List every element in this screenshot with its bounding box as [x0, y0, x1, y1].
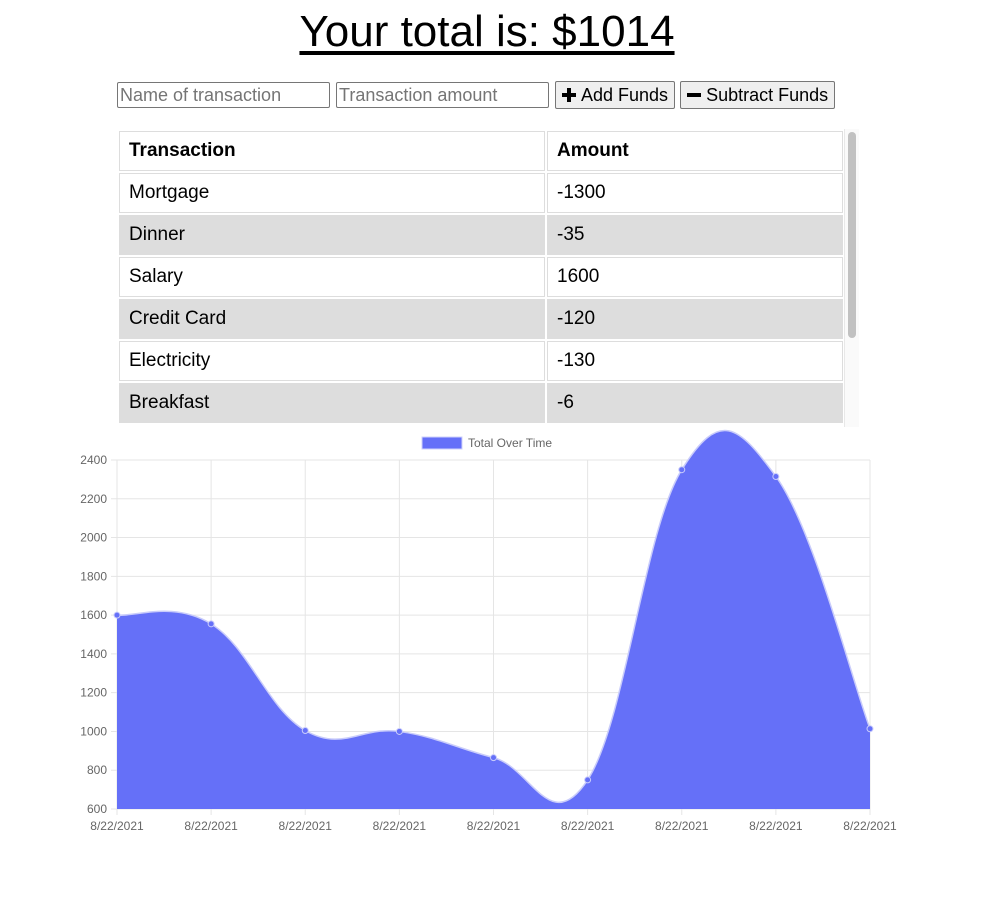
table-row: Credit Card -120	[119, 299, 843, 339]
y-tick-label: 2000	[80, 531, 107, 545]
transaction-table: Transaction Amount Mortgage -1300 Dinner…	[117, 129, 845, 425]
table-row: Dinner -35	[119, 215, 843, 255]
y-tick-label: 800	[87, 763, 107, 777]
x-tick-label: 8/22/2021	[90, 819, 144, 833]
transaction-name-cell: Electricity	[119, 341, 545, 381]
table-header-row: Transaction Amount	[119, 131, 843, 171]
data-point	[395, 727, 403, 735]
x-tick-label: 8/22/2021	[467, 819, 521, 833]
subtract-funds-label: Subtract Funds	[706, 84, 829, 105]
total-over-time-chart: 600 800 1000 1200 1400 1600 1800 2000 2200 2400 8…	[80, 429, 897, 833]
x-tick-label: 8/22/2021	[843, 819, 897, 833]
legend-swatch	[421, 436, 463, 450]
x-tick-label: 8/22/2021	[279, 819, 333, 833]
y-tick-label: 1200	[80, 686, 107, 700]
data-point	[490, 754, 497, 762]
transaction-amount-cell: -120	[547, 299, 843, 339]
data-point	[301, 726, 309, 734]
header-transaction: Transaction	[119, 131, 545, 171]
x-tick-label: 8/22/2021	[749, 819, 803, 833]
data-point	[207, 620, 215, 628]
subtract-funds-button[interactable]: Subtract Funds	[680, 81, 836, 109]
transaction-amount-cell: -1300	[547, 173, 843, 213]
data-point	[113, 611, 121, 619]
transaction-name-input[interactable]	[117, 82, 330, 108]
x-tick-label: 8/22/2021	[561, 819, 615, 833]
y-tick-label: 1400	[80, 647, 107, 661]
transaction-form: Add Funds Subtract Funds	[117, 81, 840, 109]
data-point	[772, 472, 780, 480]
transaction-table-container: Transaction Amount Mortgage -1300 Dinner…	[117, 129, 859, 427]
table-row: Breakfast -6	[119, 383, 843, 423]
transaction-name-cell: Credit Card	[119, 299, 545, 339]
transaction-amount-cell: 1600	[547, 257, 843, 297]
y-tick-label: 1800	[80, 569, 107, 583]
x-tick-label: 8/22/2021	[655, 819, 709, 833]
x-axis-ticks: 8/22/2021 8/22/2021 8/22/2021 8/22/2021 8/22…	[90, 819, 897, 833]
minus-icon	[687, 88, 702, 102]
table-row: Electricity -130	[119, 341, 843, 381]
plus-icon	[562, 88, 576, 102]
transaction-amount-cell: -6	[547, 383, 843, 423]
add-funds-label: Add Funds	[581, 84, 669, 105]
table-row: Mortgage -1300	[119, 173, 843, 213]
y-tick-label: 1000	[80, 724, 107, 738]
y-tick-label: 2400	[80, 453, 107, 467]
legend-label: Total Over Time	[468, 436, 552, 450]
y-tick-label: 2200	[80, 492, 107, 506]
chart-legend: Total Over Time	[421, 436, 552, 450]
transaction-name-cell: Breakfast	[119, 383, 545, 423]
transaction-amount-cell: -130	[547, 341, 843, 381]
transaction-name-cell: Salary	[119, 257, 545, 297]
data-point	[866, 725, 874, 733]
table-scrollbar[interactable]	[844, 129, 859, 427]
total-heading: Your total is: $1014	[299, 7, 675, 56]
data-point	[584, 776, 592, 784]
table-row: Salary 1600	[119, 257, 843, 297]
y-tick-label: 1600	[80, 608, 107, 622]
y-axis-ticks: 600 800 1000 1200 1400 1600 1800 2000 2200 2400	[80, 453, 107, 816]
x-tick-label: 8/22/2021	[373, 819, 427, 833]
x-tick-label: 8/22/2021	[184, 819, 238, 833]
transaction-amount-cell: -35	[547, 215, 843, 255]
transaction-name-cell: Dinner	[119, 215, 545, 255]
transaction-amount-input[interactable]	[336, 82, 549, 108]
add-funds-button[interactable]: Add Funds	[555, 81, 676, 109]
y-tick-label: 600	[87, 802, 107, 816]
data-point	[678, 466, 686, 474]
header-amount: Amount	[547, 131, 843, 171]
transaction-name-cell: Mortgage	[119, 173, 545, 213]
scrollbar-thumb[interactable]	[848, 132, 856, 338]
